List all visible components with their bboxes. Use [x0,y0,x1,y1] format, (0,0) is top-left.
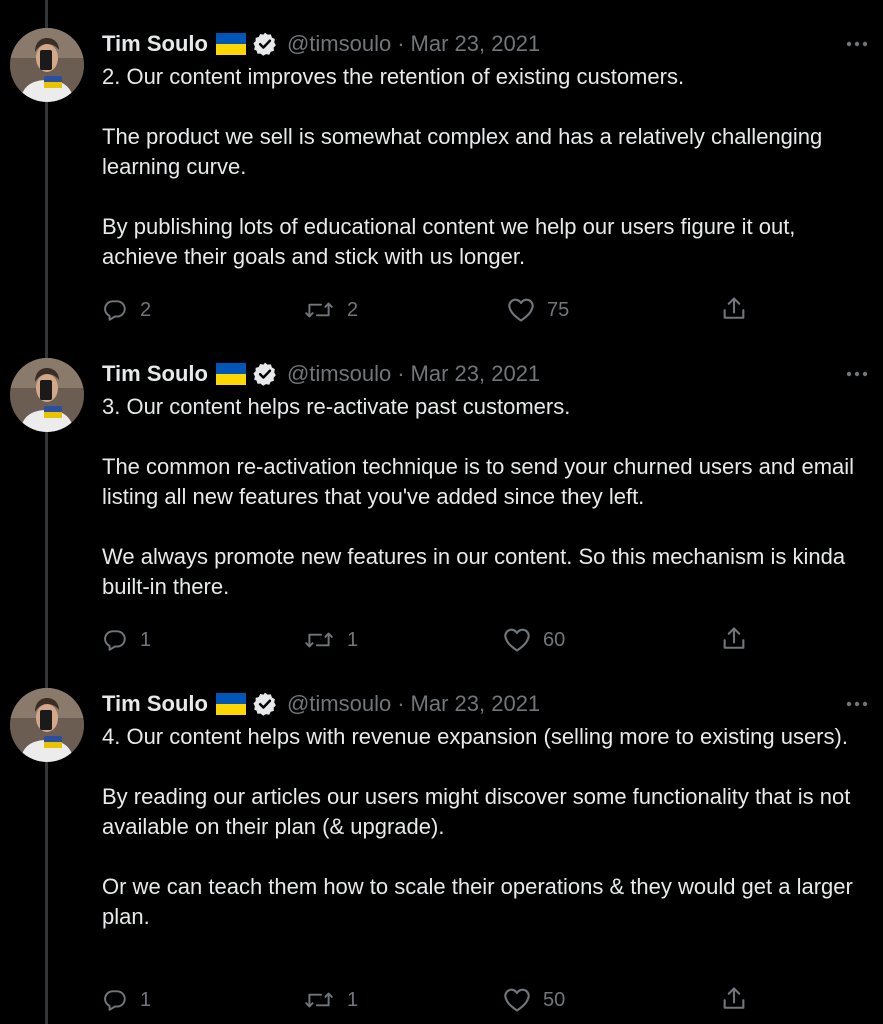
share-icon [720,625,748,653]
more-icon[interactable] [842,696,872,712]
tweet[interactable]: Tim Soulo @timsoulo · Mar 23, 2021 2. Ou… [0,0,883,340]
avatar[interactable] [10,358,84,432]
ukraine-flag-icon [215,33,246,55]
separator-dot: · [397,31,405,56]
tweet[interactable]: Tim Soulo @timsoulo · Mar 23, 2021 4. Ou… [0,660,883,1024]
share-button[interactable] [720,985,748,1013]
avatar[interactable] [10,688,84,762]
author-name[interactable]: Tim Soulo [102,361,208,387]
separator-dot: · [397,691,405,716]
tweet-paragraph: 3. Our content helps re-activate past cu… [102,394,571,419]
retweet-count: 1 [347,988,359,1011]
reply-icon [102,987,128,1013]
tweet-paragraph: The product we sell is somewhat complex … [102,124,823,179]
tweet-date[interactable]: Mar 23, 2021 [411,31,541,57]
like-button[interactable]: 50 [503,987,565,1013]
share-button[interactable] [720,295,748,323]
tweet-header: Tim Soulo @timsoulo · Mar 23, 2021 [102,28,540,60]
tweet-header: Tim Soulo @timsoulo · Mar 23, 2021 [102,688,540,720]
heart-icon [503,987,531,1013]
retweet-count: 2 [347,298,359,321]
retweet-icon [303,987,335,1013]
retweet-button[interactable]: 2 [303,297,358,323]
share-icon [720,985,748,1013]
retweet-button[interactable]: 1 [303,627,358,653]
more-icon[interactable] [842,366,872,382]
verified-badge-icon [252,361,278,387]
reply-icon [102,297,128,323]
tweet-paragraph: 4. Our content helps with revenue expans… [102,724,848,749]
tweet-paragraph: By reading our articles our users might … [102,784,851,839]
reply-icon [102,627,128,653]
tweet[interactable]: Tim Soulo @timsoulo · Mar 23, 2021 3. Ou… [0,330,883,670]
share-button[interactable] [720,625,748,653]
author-name[interactable]: Tim Soulo [102,691,208,717]
tweet-text: 3. Our content helps re-activate past cu… [102,392,862,602]
retweet-icon [303,297,335,323]
reply-count: 1 [140,988,152,1011]
reply-button[interactable]: 1 [102,987,151,1013]
author-handle[interactable]: @timsoulo [287,31,391,57]
ukraine-flag-icon [215,363,246,385]
like-count: 75 [547,298,570,321]
tweet-paragraph: The common re-activation technique is to… [102,454,855,509]
tweet-date[interactable]: Mar 23, 2021 [411,361,541,387]
author-name[interactable]: Tim Soulo [102,31,208,57]
reply-button[interactable]: 1 [102,627,151,653]
ukraine-flag-icon [215,693,246,715]
verified-badge-icon [252,31,278,57]
share-icon [720,295,748,323]
separator-dot: · [397,361,405,386]
tweet-paragraph: We always promote new features in our co… [102,544,846,599]
retweet-button[interactable]: 1 [303,987,358,1013]
tweet-text: 2. Our content improves the retention of… [102,62,862,272]
heart-icon [503,627,531,653]
reply-count: 1 [140,628,152,651]
like-count: 60 [543,628,566,651]
like-button[interactable]: 75 [507,297,569,323]
like-button[interactable]: 60 [503,627,565,653]
tweet-paragraph: 2. Our content improves the retention of… [102,64,685,89]
avatar[interactable] [10,28,84,102]
tweet-paragraph: Or we can teach them how to scale their … [102,874,853,929]
like-count: 50 [543,988,566,1011]
verified-badge-icon [252,691,278,717]
tweet-header: Tim Soulo @timsoulo · Mar 23, 2021 [102,358,540,390]
tweet-text: 4. Our content helps with revenue expans… [102,722,862,932]
tweet-paragraph: By publishing lots of educational conten… [102,214,796,269]
author-handle[interactable]: @timsoulo [287,691,391,717]
retweet-count: 1 [347,628,359,651]
reply-button[interactable]: 2 [102,297,151,323]
author-handle[interactable]: @timsoulo [287,361,391,387]
reply-count: 2 [140,298,152,321]
tweet-date[interactable]: Mar 23, 2021 [411,691,541,717]
retweet-icon [303,627,335,653]
more-icon[interactable] [842,36,872,52]
heart-icon [507,297,535,323]
